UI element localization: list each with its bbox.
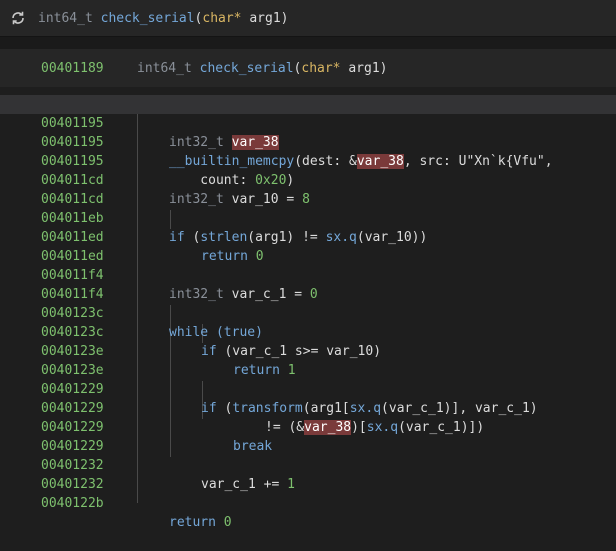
code-line[interactable]: 00401195 __builtin_memcpy(dest: &var_38,… <box>0 114 616 169</box>
code-line[interactable]: 0040123c while (true) <box>0 285 616 340</box>
code-line[interactable]: 004011ed return 0 <box>0 209 616 264</box>
code-line[interactable]: 004011eb if (strlen(arg1) != sx.q(var_10… <box>0 190 616 245</box>
code-line[interactable]: 00401229 break <box>0 399 616 454</box>
title-bar: int64_t check_serial(char* arg1) <box>0 0 616 37</box>
code-line[interactable]: 004011ed <box>0 228 616 264</box>
code-line[interactable]: 0040123e return 1 <box>0 323 616 378</box>
function-header-row[interactable]: 00401189 int64_t check_serial(char* arg1… <box>0 49 616 87</box>
code-line[interactable]: 004011cd int32_t var_10 = 8 <box>0 152 616 207</box>
code-line[interactable]: 00401229 != (&var_38)[sx.q(var_c_1)]) <box>0 380 616 435</box>
function-signature: int64_t check_serial(char* arg1) <box>137 60 388 76</box>
code-line[interactable]: 00401229 <box>0 418 616 454</box>
code-line[interactable]: 00401195 int32_t var_38 <box>0 95 616 150</box>
refresh-icon[interactable] <box>10 10 26 26</box>
code-line[interactable]: 00401232 <box>0 456 616 492</box>
code-line[interactable]: 004011cd <box>0 171 616 207</box>
code-line[interactable]: 00401232 var_c_1 += 1 <box>0 437 616 492</box>
line-text: return 0 <box>169 515 232 530</box>
code-line[interactable]: 0040123e <box>0 342 616 378</box>
separator <box>0 37 616 49</box>
function-signature-title: int64_t check_serial(char* arg1) <box>38 10 289 26</box>
code-listing: 00401195 int32_t var_38 00401195 __built… <box>0 95 616 530</box>
code-line[interactable]: 0040123c if (var_c_1 s>= var_10) <box>0 304 616 359</box>
code-line[interactable]: 0040122b return 0 <box>0 475 616 530</box>
line-address: 0040122b <box>41 496 104 511</box>
code-line[interactable]: 00401195 count: 0x20) <box>0 133 616 188</box>
code-line[interactable]: 00401229 if (transform(arg1[sx.q(var_c_1… <box>0 361 616 416</box>
code-line[interactable]: 004011f4 int32_t var_c_1 = 0 <box>0 247 616 302</box>
function-address: 00401189 <box>41 60 104 76</box>
code-line[interactable]: 004011f4 <box>0 266 616 302</box>
